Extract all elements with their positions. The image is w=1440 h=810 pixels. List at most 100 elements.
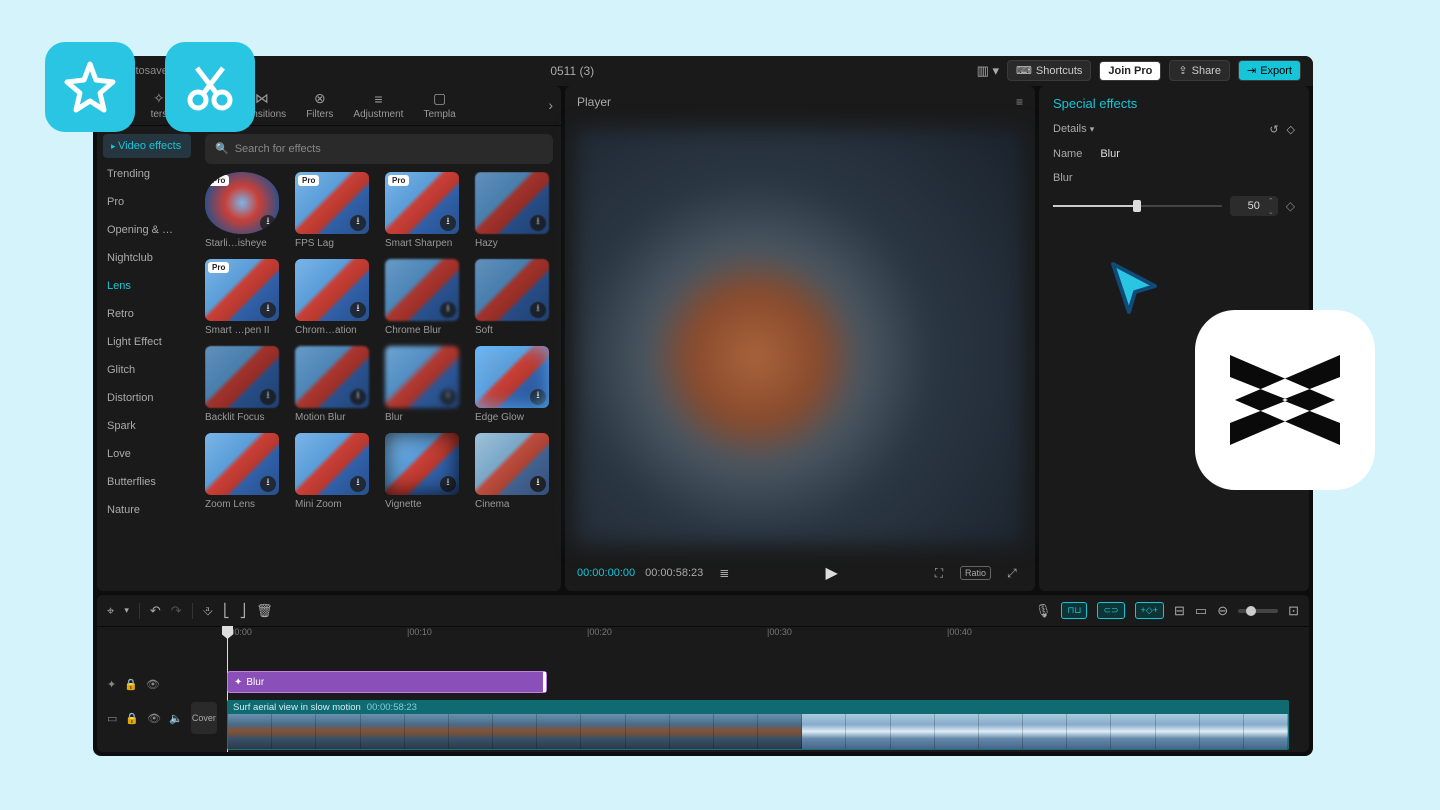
video-clip[interactable] — [227, 714, 1289, 750]
video-viewport[interactable] — [575, 128, 1025, 545]
undo-icon[interactable]: ↶ — [150, 603, 161, 619]
play-button[interactable]: ▶ — [825, 563, 837, 583]
delete-icon[interactable]: 🗑 — [256, 603, 273, 619]
sidebar-item-glitch[interactable]: Glitch — [97, 356, 197, 384]
effect-card[interactable]: ⭳Blur — [385, 346, 463, 423]
sidebar-item-light-effect[interactable]: Light Effect — [97, 328, 197, 356]
eye-icon[interactable]: 👁 — [147, 712, 161, 725]
mic-icon[interactable]: 🎙 — [1035, 603, 1052, 619]
sidebar-item-retro[interactable]: Retro — [97, 300, 197, 328]
more-tabs-icon[interactable]: › — [548, 97, 553, 113]
effect-card[interactable]: ⭳Mini Zoom — [295, 433, 373, 510]
download-icon[interactable]: ⭳ — [530, 215, 546, 231]
sidebar-item-butterflies[interactable]: Butterflies — [97, 468, 197, 496]
fullscreen-icon[interactable]: ⤢ — [1001, 564, 1023, 582]
search-input[interactable]: 🔍 Search for effects — [205, 134, 553, 164]
chevron-down-icon[interactable]: ▾ — [124, 605, 129, 616]
effect-card[interactable]: Pro⭳FPS Lag — [295, 172, 373, 249]
player-menu-icon[interactable]: ≡ — [1016, 95, 1023, 109]
download-icon[interactable]: ⭳ — [350, 389, 366, 405]
trim-right-icon[interactable]: ⎦ — [240, 603, 247, 619]
keyframe-icon[interactable]: ◇ — [1286, 199, 1295, 213]
split-icon[interactable]: ⎀ — [203, 603, 213, 619]
link-icon[interactable]: ⊂⊃ — [1097, 602, 1124, 619]
tab-filters[interactable]: ⊗Filters — [306, 90, 333, 120]
tab-templates[interactable]: ▢Templa — [423, 90, 455, 120]
effect-card[interactable]: ⭳Backlit Focus — [205, 346, 283, 423]
redo-icon[interactable]: ↷ — [171, 603, 182, 619]
export-button[interactable]: ⇥Export — [1238, 60, 1301, 81]
download-icon[interactable]: ⭳ — [260, 302, 276, 318]
keyframe-icon[interactable]: ◇ — [1287, 123, 1295, 136]
blur-slider[interactable] — [1053, 205, 1222, 207]
sidebar-item-lens[interactable]: Lens — [97, 272, 197, 300]
effect-thumbnail: ⭳ — [295, 259, 369, 321]
download-icon[interactable]: ⭳ — [440, 476, 456, 492]
share-button[interactable]: ⇪Share — [1169, 60, 1230, 81]
sidebar-chip-video-effects[interactable]: ▸ Video effects — [103, 134, 191, 158]
download-icon[interactable]: ⭳ — [530, 476, 546, 492]
effect-card[interactable]: ⭳Motion Blur — [295, 346, 373, 423]
lock-icon[interactable]: 🔒 — [124, 678, 138, 691]
download-icon[interactable]: ⭳ — [350, 215, 366, 231]
download-icon[interactable]: ⭳ — [530, 389, 546, 405]
download-icon[interactable]: ⭳ — [440, 215, 456, 231]
effect-card[interactable]: ⭳Chrome Blur — [385, 259, 463, 336]
reset-icon[interactable]: ↺ — [1269, 123, 1278, 136]
zoom-out-icon[interactable]: ⊖ — [1217, 603, 1228, 619]
eye-icon[interactable]: 👁 — [146, 678, 160, 691]
pointer-icon[interactable]: ⌖ — [107, 603, 114, 619]
download-icon[interactable]: ⭳ — [530, 302, 546, 318]
tab-adjustment[interactable]: ≡Adjustment — [353, 91, 403, 120]
layout-icon[interactable]: ▥ ▾ — [977, 63, 999, 79]
effect-card[interactable]: ⭳Soft — [475, 259, 553, 336]
list-icon[interactable]: ≣ — [713, 564, 735, 582]
sidebar-item-spark[interactable]: Spark — [97, 412, 197, 440]
blur-value-stepper[interactable]: 50 — [1230, 196, 1278, 216]
effect-card[interactable]: ⭳Vignette — [385, 433, 463, 510]
mute-icon[interactable]: 🔈 — [169, 712, 183, 725]
fit-icon[interactable]: ⊡ — [1288, 603, 1299, 619]
sidebar-item-opening-[interactable]: Opening & … — [97, 216, 197, 244]
preview-icon[interactable]: ▭ — [1195, 603, 1207, 619]
shortcuts-button[interactable]: ⌨Shortcuts — [1007, 60, 1091, 81]
effect-card[interactable]: ⭳Hazy — [475, 172, 553, 249]
download-icon[interactable]: ⭳ — [260, 389, 276, 405]
video-clip-header[interactable]: Surf aerial view in slow motion 00:00:58… — [227, 700, 1289, 714]
sidebar-item-distortion[interactable]: Distortion — [97, 384, 197, 412]
download-icon[interactable]: ⭳ — [440, 389, 456, 405]
download-icon[interactable]: ⭳ — [440, 302, 456, 318]
effect-card[interactable]: Pro⭳Smart Sharpen — [385, 172, 463, 249]
join-pro-button[interactable]: Join Pro — [1099, 61, 1161, 81]
zoom-slider[interactable] — [1238, 609, 1278, 613]
trim-left-icon[interactable]: ⎣ — [223, 603, 230, 619]
sidebar-item-nature[interactable]: Nature — [97, 496, 197, 524]
sidebar-item-trending[interactable]: Trending — [97, 160, 197, 188]
sidebar-item-pro[interactable]: Pro — [97, 188, 197, 216]
effect-track-icon[interactable]: ✦ — [107, 678, 116, 691]
crop-icon[interactable]: ⛶ — [928, 564, 950, 582]
snap-icon[interactable]: +◇+ — [1135, 602, 1164, 619]
time-ruler[interactable]: | 00:00 | 00:10 | 00:20 | 00:30 | 00:40 — [227, 627, 1309, 647]
effect-card[interactable]: ⭳Chrom…ation — [295, 259, 373, 336]
effect-card[interactable]: ⭳Zoom Lens — [205, 433, 283, 510]
effect-clip[interactable]: ✦ Blur — [227, 671, 547, 693]
video-track-icon[interactable]: ▭ — [107, 712, 117, 725]
download-icon[interactable]: ⭳ — [350, 302, 366, 318]
download-icon[interactable]: ⭳ — [350, 476, 366, 492]
lock-icon[interactable]: 🔒 — [125, 712, 139, 725]
cover-button[interactable]: Cover — [191, 702, 217, 734]
ratio-button[interactable]: Ratio — [960, 566, 991, 580]
download-icon[interactable]: ⭳ — [260, 476, 276, 492]
sidebar-item-love[interactable]: Love — [97, 440, 197, 468]
timeline-tracks[interactable]: | 00:00 | 00:10 | 00:20 | 00:30 | 00:40 … — [227, 627, 1309, 752]
effect-thumbnail: ⭳ — [205, 346, 279, 408]
effect-card[interactable]: ⭳Cinema — [475, 433, 553, 510]
effect-card[interactable]: Pro⭳Starli…isheye — [205, 172, 283, 249]
align-icon[interactable]: ⊟ — [1174, 603, 1185, 619]
effect-card[interactable]: Pro⭳Smart …pen II — [205, 259, 283, 336]
download-icon[interactable]: ⭳ — [260, 215, 276, 231]
magnet-icon[interactable]: ⊓⊔ — [1061, 602, 1087, 619]
sidebar-item-nightclub[interactable]: Nightclub — [97, 244, 197, 272]
effect-card[interactable]: ⭳Edge Glow — [475, 346, 553, 423]
